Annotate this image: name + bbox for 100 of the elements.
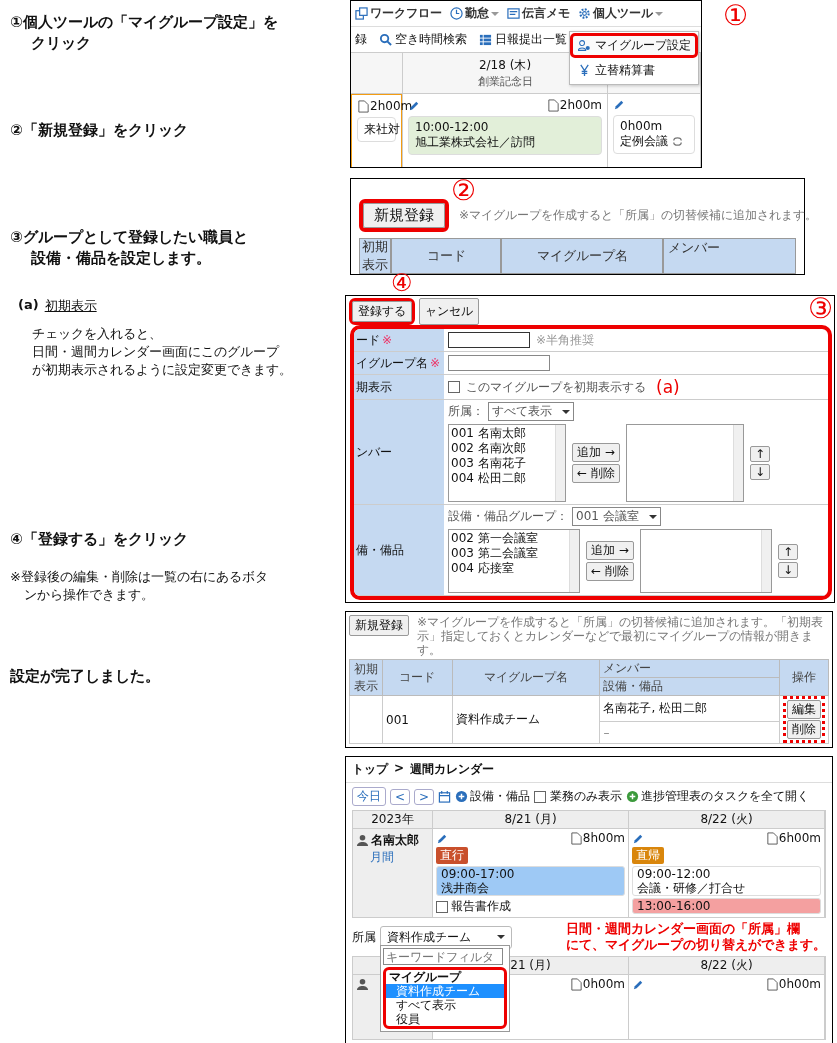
event-card[interactable]: 09:00-12:00 会議・研修／打合せ bbox=[632, 866, 821, 896]
move-up-button[interactable]: ↑ bbox=[749, 446, 770, 462]
new-button[interactable]: 新規登録 bbox=[363, 203, 445, 228]
toolbar-button[interactable]: 録 bbox=[355, 31, 367, 48]
list-item[interactable]: 004 応接室 bbox=[451, 561, 567, 576]
column-header: 初期表示 bbox=[359, 238, 391, 274]
list-item[interactable]: 001 名南太郎 bbox=[451, 426, 553, 441]
column-header: 8/22 (火) bbox=[629, 957, 825, 975]
event-card[interactable]: 13:00-16:00 bbox=[632, 898, 821, 914]
next-button[interactable]: > bbox=[414, 788, 435, 805]
field-label: 期表示 bbox=[356, 378, 392, 396]
add-button[interactable]: 追加 → bbox=[586, 541, 634, 560]
required-mark: ※ bbox=[430, 356, 441, 370]
instruction-text: ②「新規登録」をクリック bbox=[10, 120, 189, 141]
dropdown-option[interactable]: すべて表示 bbox=[386, 998, 504, 1012]
tag-label: 直帰 bbox=[632, 847, 664, 864]
scrollbar[interactable] bbox=[555, 425, 565, 501]
cancel-button[interactable]: ャンセル bbox=[419, 298, 479, 325]
event-time: 09:00-12:00 bbox=[637, 867, 712, 881]
input-field[interactable] bbox=[448, 332, 530, 348]
menu-item[interactable]: マイグループ設定 bbox=[570, 33, 698, 58]
delete-button[interactable]: 削除 bbox=[787, 720, 821, 739]
register-button[interactable]: 登録する bbox=[352, 301, 412, 322]
nav-menu-item[interactable]: 個人ツール bbox=[578, 5, 663, 22]
caret-icon bbox=[655, 10, 663, 17]
column-header: マイグループ名 bbox=[452, 659, 600, 696]
breadcrumb-separator: > bbox=[394, 761, 405, 777]
scrollbar[interactable] bbox=[732, 425, 743, 501]
memo-icon bbox=[507, 7, 520, 20]
monthly-link[interactable]: 月間 bbox=[356, 849, 429, 866]
callout-text: 日間・週間カレンダー画面の「所属」欄 にて、マイグループの切り替えができます。 bbox=[566, 921, 826, 953]
clock-icon bbox=[450, 7, 463, 20]
list-item[interactable]: 002 名南次郎 bbox=[451, 441, 553, 456]
new-button[interactable]: 新規登録 bbox=[349, 615, 409, 636]
edit-button[interactable]: 編集 bbox=[787, 700, 821, 719]
column-header: 8/21 (月) bbox=[433, 811, 629, 829]
toolbar-link[interactable]: 設備・備品 bbox=[455, 788, 531, 805]
target-list[interactable] bbox=[639, 529, 772, 593]
add-button[interactable]: 追加 → bbox=[572, 443, 620, 462]
column-header: 8/22 (火) bbox=[629, 811, 825, 829]
source-list[interactable]: 001 名南太郎 002 名南次郎 003 名南花子 004 松田二郎 bbox=[448, 424, 566, 502]
scrollbar[interactable] bbox=[569, 530, 579, 592]
target-list[interactable] bbox=[625, 424, 744, 502]
calendar-icon[interactable] bbox=[438, 790, 452, 803]
move-down-button[interactable]: ↓ bbox=[777, 562, 798, 578]
instruction-text: ③グループとして登録したい職員と 設備・備品を設定します。 bbox=[10, 227, 249, 269]
input-field[interactable] bbox=[448, 355, 550, 371]
toolbar-button[interactable]: 日報提出一覧 bbox=[479, 31, 567, 48]
column-header: 初期表示 bbox=[349, 659, 383, 696]
select-value: すべて表示 bbox=[492, 403, 552, 420]
duration-label: 0h00m bbox=[582, 977, 625, 991]
breadcrumb-link[interactable]: トップ bbox=[352, 761, 388, 778]
toolbar-button[interactable]: 空き時間検索 bbox=[379, 31, 467, 48]
scrollbar[interactable] bbox=[760, 530, 771, 592]
duration-label: 2h00m bbox=[559, 98, 602, 112]
filter-label: 設備・備品グループ： bbox=[448, 508, 568, 525]
windows-icon bbox=[355, 7, 368, 20]
event-card[interactable]: 0h00m 定例会議 bbox=[613, 115, 695, 154]
nav-menu-item[interactable]: ワークフロー bbox=[355, 5, 442, 22]
table-cell: 資料作成チーム bbox=[452, 695, 600, 744]
column-header: 操作 bbox=[779, 659, 829, 696]
event-card[interactable]: 10:00-12:00 旭工業株式会社／訪問 bbox=[408, 116, 602, 155]
nav-menu-item[interactable]: 勤怠 bbox=[450, 5, 499, 22]
list-icon bbox=[479, 33, 492, 46]
nav-menu-item[interactable]: 伝言メモ bbox=[507, 5, 570, 22]
checkbox-label: 業務のみ表示 bbox=[550, 788, 623, 805]
move-down-button[interactable]: ↓ bbox=[749, 464, 770, 480]
note-text: ※マイグループを作成すると「所属」の切替候補に追加されます。 bbox=[459, 207, 818, 224]
yen-icon bbox=[578, 64, 591, 77]
event-title: 浅井商会 bbox=[441, 881, 490, 895]
event-time: 0h00m bbox=[620, 119, 664, 133]
today-button[interactable]: 今日 bbox=[352, 787, 386, 806]
caret-icon bbox=[562, 408, 570, 415]
field-label: ンバー bbox=[356, 443, 392, 461]
caret-icon bbox=[497, 934, 505, 940]
filter-field[interactable]: キーワードフィルタ bbox=[383, 948, 503, 965]
list-item[interactable]: 003 名南花子 bbox=[451, 456, 553, 471]
event-card[interactable]: 09:00-17:00 浅井商会 bbox=[436, 866, 625, 896]
menu-item[interactable]: 立替精算書 bbox=[570, 58, 698, 83]
document-icon bbox=[546, 98, 560, 112]
instruction-text: ①個人ツールの「マイグループ設定」を クリック bbox=[10, 12, 279, 54]
dropdown-option[interactable]: 役員 bbox=[386, 1012, 504, 1026]
checkbox[interactable] bbox=[534, 790, 547, 803]
remove-button[interactable]: ← 削除 bbox=[586, 562, 634, 581]
checkbox[interactable] bbox=[448, 381, 460, 393]
filter-select[interactable]: すべて表示 bbox=[488, 402, 574, 421]
list-item[interactable]: 004 松田二郎 bbox=[451, 471, 553, 486]
remove-button[interactable]: ← 削除 bbox=[572, 464, 620, 483]
list-item[interactable]: 003 第二会議室 bbox=[451, 546, 567, 561]
move-up-button[interactable]: ↑ bbox=[777, 544, 798, 560]
tag-label: 直行 bbox=[436, 847, 468, 864]
filter-select[interactable]: 001 会議室 bbox=[572, 507, 661, 526]
field-label: ード bbox=[356, 331, 380, 349]
instruction-text: 設定が完了しました。 bbox=[10, 666, 161, 687]
source-list[interactable]: 002 第一会議室 003 第二会議室 004 応接室 bbox=[448, 529, 580, 593]
holiday-label: 創業記念日 bbox=[477, 74, 533, 89]
checkbox[interactable] bbox=[436, 900, 448, 913]
toolbar-link[interactable]: 進捗管理表のタスクを全て開く bbox=[626, 788, 810, 805]
previous-button[interactable]: < bbox=[390, 788, 411, 805]
list-item[interactable]: 002 第一会議室 bbox=[451, 531, 567, 546]
